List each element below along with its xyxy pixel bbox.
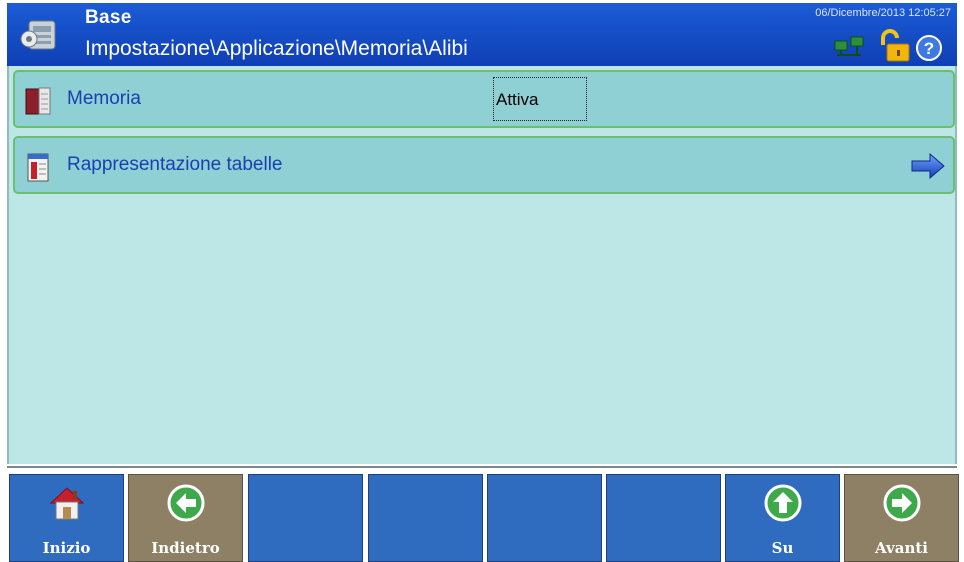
arrow-right-icon[interactable] [911,153,945,179]
network-icon [834,36,864,56]
status-icons: ? [834,29,942,62]
arrow-left-icon [167,484,205,522]
table-icon [27,153,49,182]
title-bar: Base Impostazione\Applicazione\Memoria\A… [7,3,957,66]
home-softkey[interactable]: Inizio [9,474,124,562]
book-icon [25,87,51,115]
home-icon [49,487,85,520]
settings-list: Memoria Attiva Rappresentazione tabelle [7,66,957,464]
softkey-label: Indietro [151,539,220,557]
help-icon[interactable]: ? [916,35,942,61]
empty-softkey-5[interactable] [487,474,602,562]
rappresentazione-tabelle-row[interactable]: Rappresentazione tabelle [13,136,955,194]
back-softkey[interactable]: Indietro [128,474,243,562]
arrow-up-icon [764,484,802,522]
datetime: 06/Dicembre/2013 12:05:27 [815,7,951,19]
arrow-right-icon [883,484,921,522]
memoria-row[interactable]: Memoria Attiva [13,70,955,128]
settings-app-icon [20,20,56,50]
unlock-icon[interactable] [881,29,910,62]
row-label: Rappresentazione tabelle [67,154,283,175]
breadcrumb: Impostazione\Applicazione\Memoria\Alibi [85,37,468,60]
softkey-bar: Inizio Indietro Su Avanti [7,466,959,562]
memoria-value[interactable]: Attiva [493,77,587,121]
up-softkey[interactable]: Su [725,474,840,562]
app-title: Base [85,7,132,28]
svg-text:?: ? [924,39,934,58]
empty-softkey-3[interactable] [248,474,363,562]
softkey-label: Inizio [42,539,91,557]
row-label: Memoria [67,88,141,109]
softkey-label: Avanti [875,539,928,557]
empty-softkey-6[interactable] [606,474,721,562]
empty-softkey-4[interactable] [368,474,483,562]
forward-softkey[interactable]: Avanti [844,474,959,562]
softkey-label: Su [771,539,794,557]
